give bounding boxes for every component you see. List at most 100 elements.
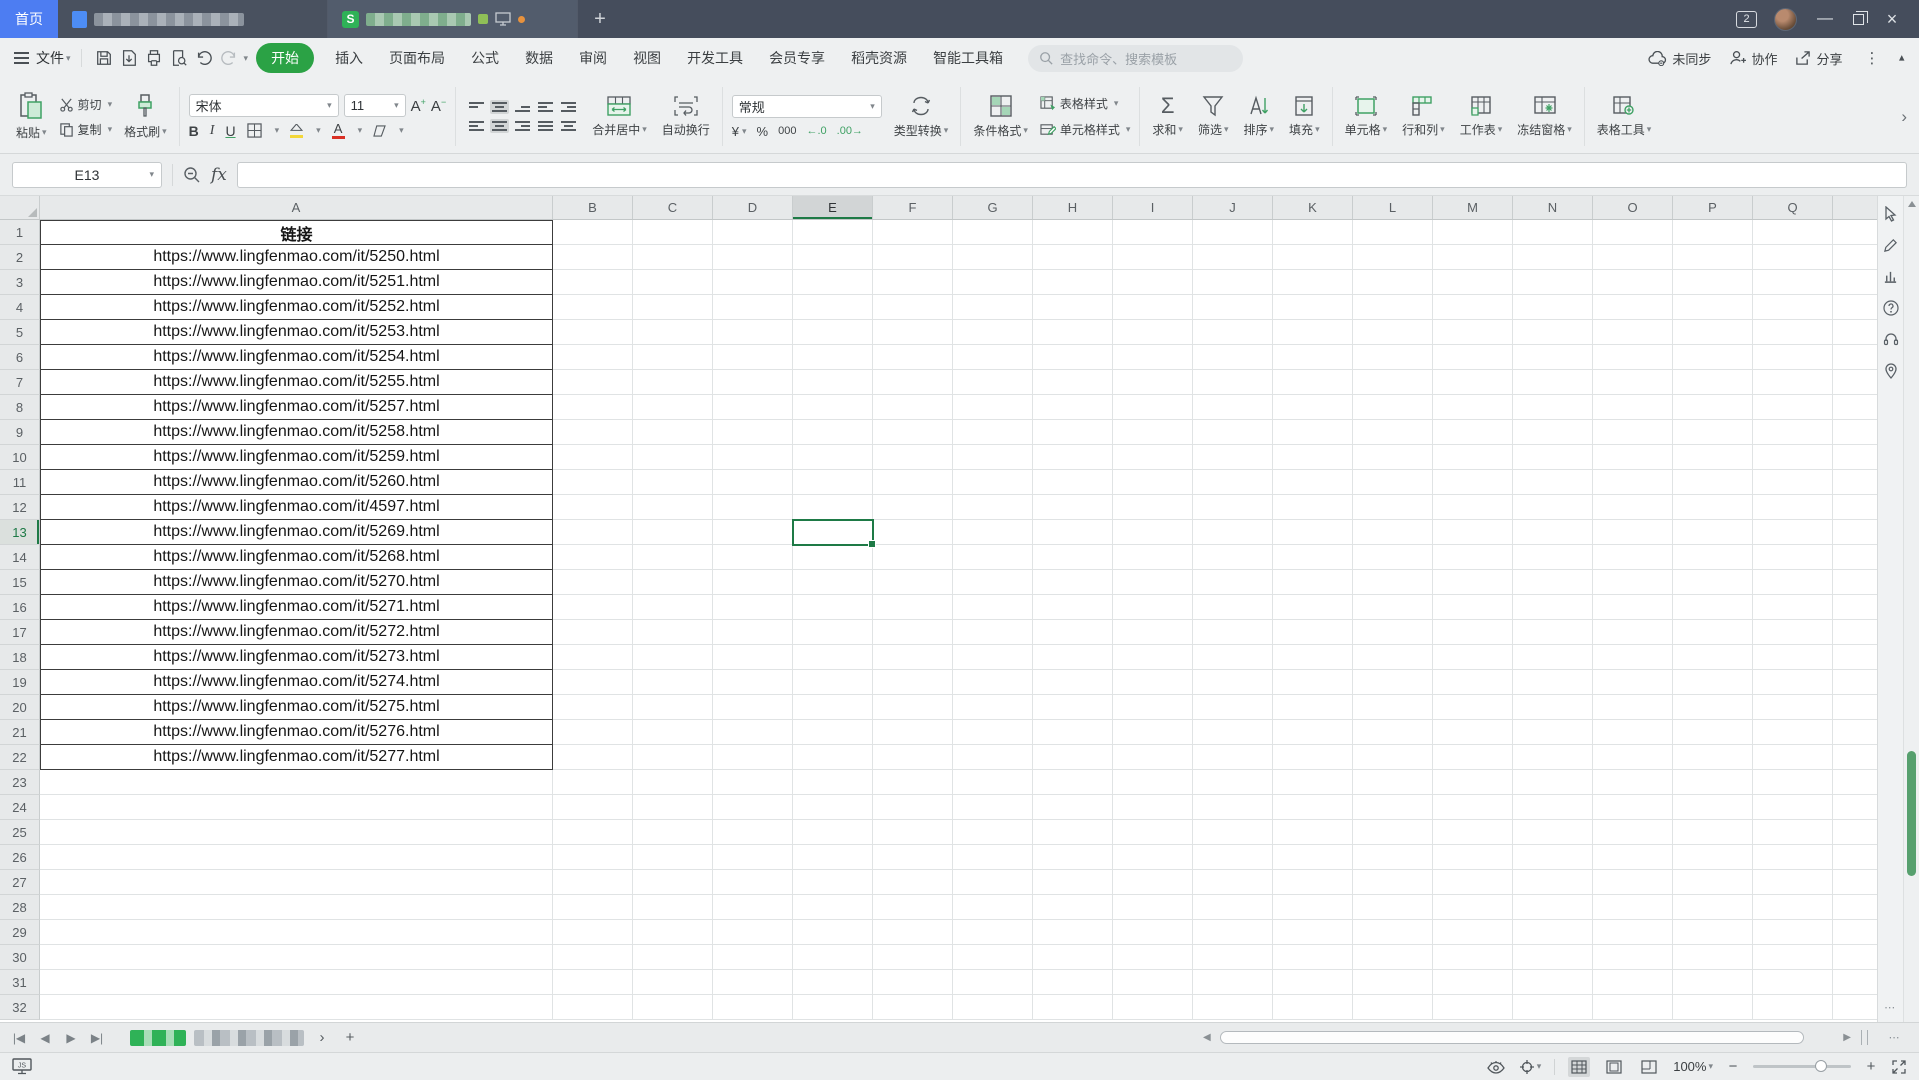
column-header-M[interactable]: M [1433,196,1513,219]
column-header-L[interactable]: L [1353,196,1433,219]
sheet-scroll-button[interactable]: › [312,1029,332,1046]
cell-I24[interactable] [1113,795,1193,820]
cell-J15[interactable] [1193,570,1273,595]
cell-O29[interactable] [1593,920,1673,945]
user-avatar[interactable] [1774,8,1797,31]
decrease-decimal-button[interactable]: .00→ [837,125,863,137]
cell-B12[interactable] [553,495,633,520]
cell-Q5[interactable] [1753,320,1833,345]
cell-I3[interactable] [1113,270,1193,295]
cell-H4[interactable] [1033,295,1113,320]
cell-C8[interactable] [633,395,713,420]
cell-Q14[interactable] [1753,545,1833,570]
cell-I22[interactable] [1113,745,1193,770]
cell-A2[interactable]: https://www.lingfenmao.com/it/5250.html [40,245,553,270]
cell-L31[interactable] [1353,970,1433,995]
cell-N12[interactable] [1513,495,1593,520]
cell-G25[interactable] [953,820,1033,845]
increase-decimal-button[interactable]: ←.0 [806,125,826,137]
document-tab-1[interactable] [58,0,328,38]
cell-K1[interactable] [1273,220,1353,245]
zoom-out-icon[interactable] [183,166,201,184]
cell-L14[interactable] [1353,545,1433,570]
cell-I7[interactable] [1113,370,1193,395]
cell-D14[interactable] [713,545,793,570]
font-name-select[interactable]: 宋体▾ [189,94,339,117]
cell-L7[interactable] [1353,370,1433,395]
cell-I25[interactable] [1113,820,1193,845]
row-header-32[interactable]: 32 [0,995,40,1020]
justify-button[interactable] [538,121,553,131]
cell-I14[interactable] [1113,545,1193,570]
cell-I23[interactable] [1113,770,1193,795]
currency-button[interactable]: ¥ [732,124,739,139]
tab-view[interactable]: 视图 [620,48,674,68]
row-header-21[interactable]: 21 [0,720,40,745]
cell-P21[interactable] [1673,720,1753,745]
column-header-D[interactable]: D [713,196,793,219]
cell-J27[interactable] [1193,870,1273,895]
cell-Q27[interactable] [1753,870,1833,895]
cell-J14[interactable] [1193,545,1273,570]
cell-J29[interactable] [1193,920,1273,945]
search-input[interactable]: 查找命令、搜索模板 [1028,45,1243,72]
cell-M23[interactable] [1433,770,1513,795]
cell-C4[interactable] [633,295,713,320]
cell-A7[interactable]: https://www.lingfenmao.com/it/5255.html [40,370,553,395]
name-box[interactable]: E13▾ [12,162,162,188]
cell-D12[interactable] [713,495,793,520]
cell-A9[interactable]: https://www.lingfenmao.com/it/5258.html [40,420,553,445]
cell-J26[interactable] [1193,845,1273,870]
cell-E9[interactable] [793,420,873,445]
cell-H28[interactable] [1033,895,1113,920]
cell-J13[interactable] [1193,520,1273,545]
cell-D4[interactable] [713,295,793,320]
cell-O5[interactable] [1593,320,1673,345]
cell-I28[interactable] [1113,895,1193,920]
cell-A17[interactable]: https://www.lingfenmao.com/it/5272.html [40,620,553,645]
cell-H12[interactable] [1033,495,1113,520]
cell-K4[interactable] [1273,295,1353,320]
cell-G31[interactable] [953,970,1033,995]
cell-K8[interactable] [1273,395,1353,420]
cell-I9[interactable] [1113,420,1193,445]
cell-P29[interactable] [1673,920,1753,945]
cell-C12[interactable] [633,495,713,520]
close-button[interactable]: × [1881,9,1903,30]
cell-G16[interactable] [953,595,1033,620]
cut-button[interactable]: 剪切▾ [59,96,113,113]
cell-M31[interactable] [1433,970,1513,995]
cell-K16[interactable] [1273,595,1353,620]
distributed-button[interactable] [561,121,576,131]
cell-H9[interactable] [1033,420,1113,445]
cell-L18[interactable] [1353,645,1433,670]
scroll-up-arrow-icon[interactable] [1908,201,1916,207]
cell-N22[interactable] [1513,745,1593,770]
cell-C31[interactable] [633,970,713,995]
cell-M25[interactable] [1433,820,1513,845]
vertical-scrollbar[interactable] [1903,196,1919,1022]
cell-C2[interactable] [633,245,713,270]
cell-Q21[interactable] [1753,720,1833,745]
cell-H3[interactable] [1033,270,1113,295]
cell-M29[interactable] [1433,920,1513,945]
cell-F21[interactable] [873,720,953,745]
cell-M14[interactable] [1433,545,1513,570]
cell-F8[interactable] [873,395,953,420]
print-button[interactable] [142,46,167,70]
cell-M7[interactable] [1433,370,1513,395]
align-bottom-button[interactable] [515,102,530,112]
cell-O11[interactable] [1593,470,1673,495]
cell-M4[interactable] [1433,295,1513,320]
cell-P25[interactable] [1673,820,1753,845]
cell-N5[interactable] [1513,320,1593,345]
cell-B31[interactable] [553,970,633,995]
page-break-view-button[interactable] [1638,1057,1660,1077]
cell-I20[interactable] [1113,695,1193,720]
cell-J4[interactable] [1193,295,1273,320]
cell-E26[interactable] [793,845,873,870]
cell-O17[interactable] [1593,620,1673,645]
cell-N25[interactable] [1513,820,1593,845]
cell-H26[interactable] [1033,845,1113,870]
cell-I8[interactable] [1113,395,1193,420]
